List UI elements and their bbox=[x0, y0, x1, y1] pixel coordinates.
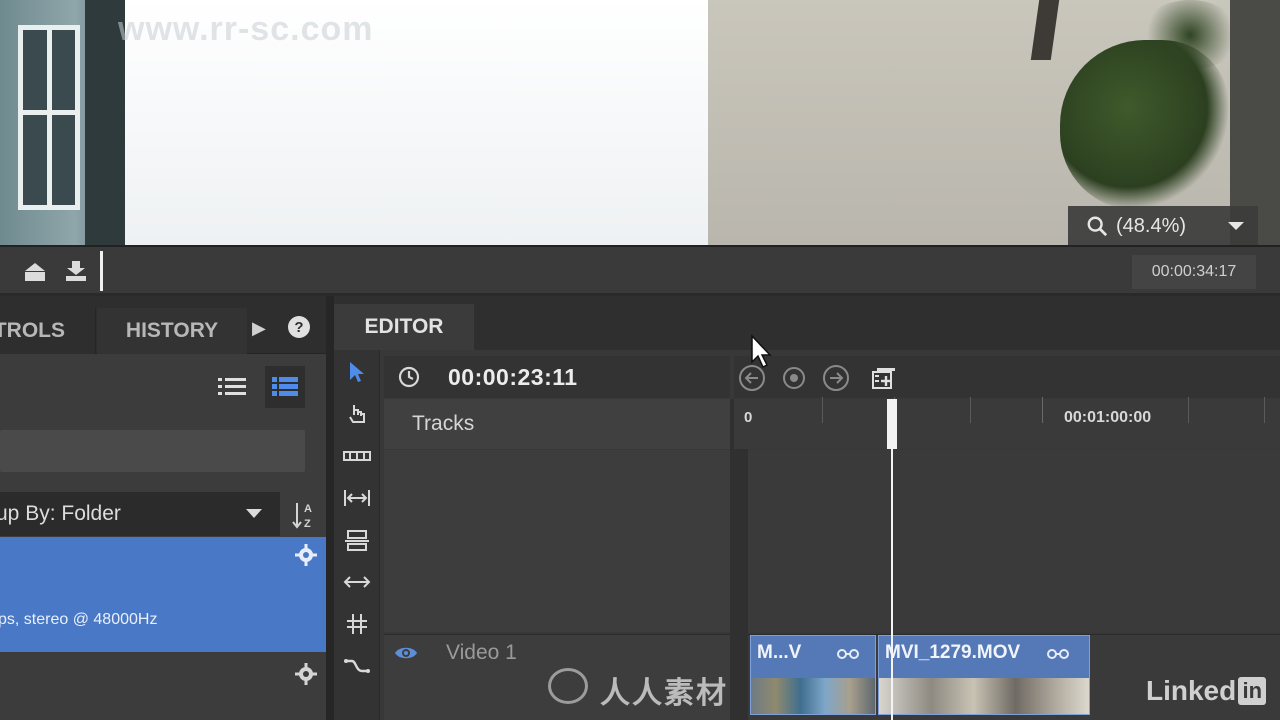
select-tool[interactable] bbox=[341, 356, 373, 388]
panel-divider[interactable] bbox=[326, 296, 334, 720]
chevron-down-icon bbox=[1228, 222, 1244, 230]
zoom-dropdown[interactable]: (48.4%) bbox=[1068, 206, 1258, 245]
tab-editor[interactable]: EDITOR bbox=[334, 304, 474, 350]
tab-history[interactable]: HISTORY bbox=[97, 308, 247, 354]
app-window: www.rr-sc.com (48.4%) 00:00:34:17 TROLS … bbox=[0, 0, 1280, 720]
group-by-label: up By: Folder bbox=[0, 502, 121, 525]
gear-icon[interactable] bbox=[294, 543, 318, 567]
ripple-icon bbox=[344, 490, 370, 506]
window-transom bbox=[23, 110, 75, 115]
ripple-tool[interactable] bbox=[341, 482, 373, 514]
editor-toolbar bbox=[334, 350, 380, 720]
timeline-ruler[interactable]: 0 00:01:00:00 bbox=[734, 397, 1280, 449]
next-edit-icon[interactable] bbox=[822, 364, 850, 392]
sort-label: A bbox=[304, 503, 312, 515]
mouse-cursor-icon bbox=[751, 334, 772, 369]
clip-thumbnail bbox=[879, 678, 1089, 714]
media-panel: TROLS HISTORY ▶ ? up By: Folder A Z ps, … bbox=[0, 296, 326, 720]
hand-icon bbox=[349, 405, 365, 423]
arrow-pointer-icon bbox=[350, 362, 364, 382]
site-watermark: www.rr-sc.com bbox=[118, 10, 374, 48]
ruler-tick bbox=[1042, 397, 1043, 423]
slide-tool[interactable] bbox=[341, 566, 373, 598]
slip-tool[interactable] bbox=[341, 524, 373, 556]
ruler-label-minute: 00:01:00:00 bbox=[1064, 409, 1152, 426]
frame-leaves-top bbox=[1140, 0, 1240, 70]
razor-icon bbox=[343, 451, 371, 461]
clock-icon bbox=[398, 366, 420, 388]
sort-arrow-icon: A Z bbox=[292, 503, 312, 530]
linkedin-watermark: Linked in bbox=[1146, 675, 1267, 707]
insert-icon[interactable] bbox=[63, 259, 89, 283]
timecode-row: 00:00:23:11 bbox=[384, 356, 730, 398]
ruler-tick bbox=[822, 397, 823, 423]
lift-icon[interactable] bbox=[22, 259, 48, 283]
frame-window bbox=[18, 25, 80, 210]
clip-thumbnail bbox=[751, 678, 875, 714]
center-playhead-icon[interactable] bbox=[780, 364, 808, 392]
transport-bar: 00:00:34:17 bbox=[0, 245, 1280, 293]
video-viewer[interactable]: www.rr-sc.com (48.4%) bbox=[0, 0, 1280, 245]
media-item-selected[interactable]: ps, stereo @ 48000Hz bbox=[0, 537, 326, 652]
clip-title: M...V bbox=[757, 642, 802, 663]
current-timecode[interactable]: 00:00:23:11 bbox=[448, 364, 578, 391]
detail-view-icon bbox=[272, 377, 298, 396]
media-search-input[interactable] bbox=[0, 430, 305, 472]
ruler-tick bbox=[1264, 397, 1265, 423]
linkedin-in-box: in bbox=[1238, 677, 1267, 705]
sort-az-icon[interactable]: A Z bbox=[292, 500, 318, 530]
more-tabs-icon[interactable]: ▶ bbox=[252, 318, 270, 340]
group-by-dropdown[interactable]: up By: Folder bbox=[0, 492, 280, 536]
double-arrow-icon bbox=[343, 576, 371, 588]
brand-watermark: 人人素材 bbox=[600, 677, 728, 710]
track-header-empty bbox=[384, 450, 730, 632]
timeline-clip[interactable]: M...V bbox=[750, 635, 876, 715]
duration-timecode: 00:00:34:17 bbox=[1132, 255, 1256, 289]
roll-tool[interactable] bbox=[341, 608, 373, 640]
razor-tool[interactable] bbox=[341, 440, 373, 472]
list-view-icon[interactable] bbox=[216, 372, 248, 402]
video-track-label: Video 1 bbox=[446, 641, 517, 664]
window-mullion bbox=[47, 30, 52, 205]
playhead-line[interactable] bbox=[891, 449, 893, 720]
tab-controls[interactable]: TROLS bbox=[0, 308, 96, 354]
track-lane-empty[interactable] bbox=[748, 450, 1280, 632]
slip-icon bbox=[345, 530, 369, 551]
hand-tool[interactable] bbox=[341, 398, 373, 430]
tracks-header: Tracks bbox=[384, 399, 730, 449]
link-icon bbox=[1047, 649, 1069, 659]
viewer-playhead[interactable] bbox=[100, 251, 103, 291]
add-track-icon[interactable] bbox=[870, 364, 898, 392]
clip-title: MVI_1279.MOV bbox=[885, 642, 1021, 663]
eye-icon[interactable] bbox=[394, 645, 418, 661]
detail-view-button[interactable] bbox=[265, 366, 305, 408]
timeline-nav-row bbox=[734, 356, 1280, 398]
link-icon bbox=[837, 649, 859, 659]
editor-tabbar: EDITOR bbox=[334, 296, 1280, 350]
brand-logo bbox=[548, 668, 588, 704]
chevron-down-icon bbox=[246, 509, 262, 518]
roll-icon bbox=[347, 614, 367, 634]
panel-tabs: TROLS HISTORY ▶ ? bbox=[0, 296, 326, 354]
gear-icon[interactable] bbox=[294, 662, 318, 686]
ruler-tick bbox=[1188, 397, 1189, 423]
magnifier-icon bbox=[1087, 216, 1108, 237]
timeline-clip[interactable]: MVI_1279.MOV bbox=[878, 635, 1090, 715]
linkedin-text: Linked bbox=[1146, 675, 1237, 706]
curve-tool[interactable] bbox=[341, 650, 373, 682]
sort-label-z: Z bbox=[304, 518, 311, 530]
ruler-label-start: 0 bbox=[744, 409, 753, 426]
curve-icon bbox=[344, 659, 370, 673]
ruler-tick bbox=[970, 397, 971, 423]
playhead-handle[interactable] bbox=[887, 399, 897, 449]
zoom-value: (48.4%) bbox=[1116, 214, 1187, 237]
help-icon[interactable]: ? bbox=[288, 316, 310, 338]
media-item-meta: ps, stereo @ 48000Hz bbox=[0, 611, 158, 628]
editor-panel: EDITOR 00:00:23:11 Tracks 0 00:01:00:00 … bbox=[334, 296, 1280, 720]
